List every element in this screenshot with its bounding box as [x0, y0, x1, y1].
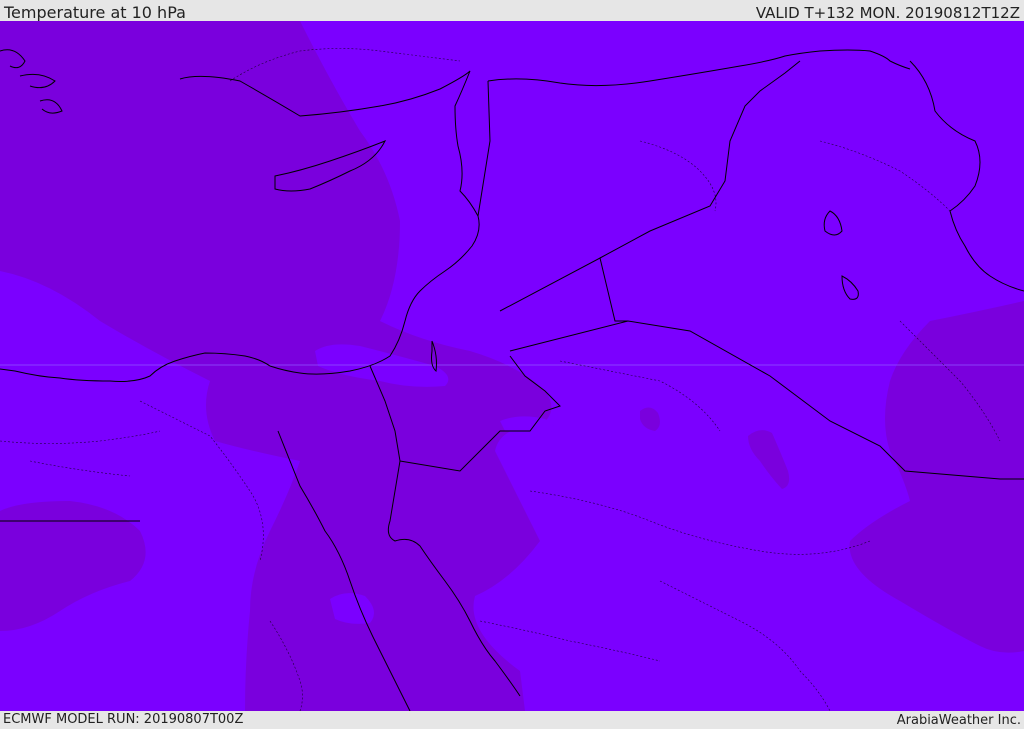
credit-text: ArabiaWeather Inc.	[896, 713, 1021, 728]
model-run: ECMWF MODEL RUN: 20190807T00Z	[3, 712, 244, 727]
header-bar: Temperature at 10 hPa VALID T+132 MON. 2…	[0, 0, 1024, 22]
valid-time: VALID T+132 MON. 20190812T12Z	[755, 4, 1020, 22]
map-canvas	[0, 21, 1024, 711]
footer-bar: ECMWF MODEL RUN: 20190807T00Z ArabiaWeat…	[0, 711, 1024, 729]
map-title: Temperature at 10 hPa	[4, 3, 186, 22]
weather-map[interactable]	[0, 21, 1024, 711]
